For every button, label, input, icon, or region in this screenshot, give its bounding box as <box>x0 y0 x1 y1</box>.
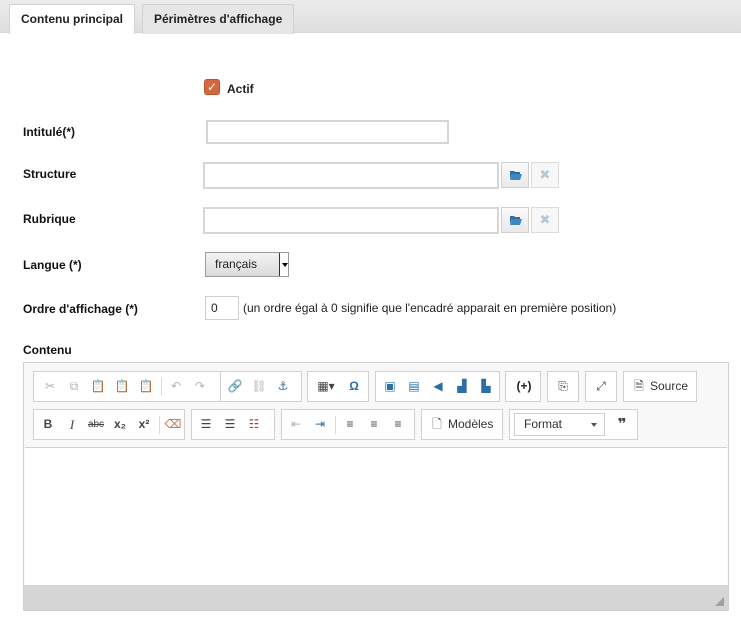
insert-table-group: ▦▾ Ω <box>307 371 369 402</box>
rubrique-input[interactable] <box>203 207 499 234</box>
langue-select[interactable]: français <box>205 252 289 277</box>
rubrique-label: Rubrique <box>23 212 76 226</box>
ordre-hint: (un ordre égal à 0 signifie que l'encadr… <box>243 301 617 315</box>
format-group: Format ❞ <box>509 409 638 440</box>
bulleted-list-icon[interactable]: ☰ <box>219 413 241 436</box>
undo-icon[interactable]: ↶ <box>165 375 187 398</box>
placeholder-group: (+) <box>505 371 541 402</box>
superscript-button[interactable]: x² <box>133 413 155 436</box>
source-icon: 🗎 <box>634 379 644 393</box>
rich-text-editor: ✂ ⧉ 📋 📋 📋 ↶ ↷ 🔗 ⛓ ⚓ ▦▾ Ω ▣ ▤ ◀ ▟ ▙ (+) ⎘… <box>23 362 729 611</box>
anchor-icon[interactable]: ⚓ <box>272 375 294 398</box>
source-group[interactable]: 🗎 Source <box>623 371 697 402</box>
templates-group[interactable]: 🗋 Modèles <box>421 409 503 440</box>
ordre-input[interactable]: 0 <box>205 296 239 320</box>
editor-status-bar <box>24 585 728 610</box>
audio-icon[interactable]: ◀ <box>427 375 449 398</box>
page-break-icon[interactable]: ⎘ <box>552 375 574 398</box>
subscript-button[interactable]: x₂ <box>109 413 131 436</box>
folder-open-icon <box>510 216 522 225</box>
structure-label: Structure <box>23 167 77 181</box>
ordre-label: Ordre d'affichage (*) <box>23 302 138 316</box>
bold-button[interactable]: B <box>37 413 59 436</box>
paste-text-icon[interactable]: 📋 <box>111 375 133 398</box>
media-group: ▣ ▤ ◀ ▟ ▙ <box>375 371 500 402</box>
langue-selected-value: français <box>215 257 258 271</box>
paste-icon[interactable]: 📋 <box>87 375 109 398</box>
strike-button[interactable]: abc <box>85 413 107 436</box>
list-group: ☰ ☰ ☷ <box>191 409 275 440</box>
maximize-group: ⤢ <box>585 371 617 402</box>
video-icon[interactable]: ▤ <box>403 375 425 398</box>
rubrique-clear-button[interactable]: ✖ <box>531 207 559 233</box>
align-right-icon[interactable]: ≡ <box>387 413 409 436</box>
tab-bar: Contenu principal Périmètres d'affichage <box>0 0 741 34</box>
cut-icon[interactable]: ✂ <box>39 375 61 398</box>
structure-input[interactable] <box>203 162 499 189</box>
clipboard-group: ✂ ⧉ 📋 📋 📋 ↶ ↷ <box>33 371 239 402</box>
link-group: 🔗 ⛓ ⚓ <box>220 371 302 402</box>
resize-handle-icon[interactable] <box>715 597 724 606</box>
document-alt-icon[interactable]: ▙ <box>475 375 497 398</box>
tab-perimetres-affichage[interactable]: Périmètres d'affichage <box>142 4 295 34</box>
copy-icon[interactable]: ⧉ <box>63 375 85 398</box>
image-icon[interactable]: ▣ <box>379 375 401 398</box>
page-break-group: ⎘ <box>547 371 579 402</box>
italic-button[interactable]: I <box>61 413 83 436</box>
outdent-icon[interactable]: ⇤ <box>285 413 307 436</box>
close-icon: ✖ <box>539 167 551 182</box>
redo-icon[interactable]: ↷ <box>189 375 211 398</box>
numbered-list-icon[interactable]: ☰ <box>195 413 217 436</box>
rubrique-browse-button[interactable] <box>501 207 529 233</box>
close-icon: ✖ <box>539 212 551 227</box>
align-center-icon[interactable]: ≡ <box>363 413 385 436</box>
document-icon[interactable]: ▟ <box>451 375 473 398</box>
list-style-icon[interactable]: ☷ <box>243 413 265 436</box>
tab-contenu-principal[interactable]: Contenu principal <box>9 4 135 34</box>
align-group: ⇤ ⇥ ≡ ≡ ≡ <box>281 409 415 440</box>
chevron-down-icon <box>279 253 288 276</box>
templates-button[interactable]: Modèles <box>448 410 493 439</box>
actif-label: Actif <box>227 82 254 96</box>
format-select[interactable]: Format <box>514 413 605 436</box>
unlink-icon[interactable]: ⛓ <box>248 375 270 398</box>
align-left-icon[interactable]: ≡ <box>339 413 361 436</box>
indent-icon[interactable]: ⇥ <box>309 413 331 436</box>
templates-icon: 🗋 <box>432 417 442 431</box>
format-select-value: Format <box>524 417 563 431</box>
editor-toolbar: ✂ ⧉ 📋 📋 📋 ↶ ↷ 🔗 ⛓ ⚓ ▦▾ Ω ▣ ▤ ◀ ▟ ▙ (+) ⎘… <box>24 363 728 447</box>
source-button[interactable]: Source <box>650 372 688 401</box>
langue-label: Langue (*) <box>23 258 82 272</box>
paste-word-icon[interactable]: 📋 <box>135 375 157 398</box>
chevron-down-icon <box>591 423 597 427</box>
contenu-label: Contenu <box>23 343 72 357</box>
link-icon[interactable]: 🔗 <box>224 375 246 398</box>
actif-checkbox[interactable]: ✓ <box>204 79 220 95</box>
basic-styles-group: B I abc x₂ x² ⌫ <box>33 409 185 440</box>
structure-browse-button[interactable] <box>501 162 529 188</box>
folder-open-icon <box>510 171 522 180</box>
structure-clear-button[interactable]: ✖ <box>531 162 559 188</box>
intitule-input[interactable] <box>206 120 449 144</box>
blockquote-button[interactable]: ❞ <box>611 413 633 436</box>
intitule-label: Intitulé(*) <box>23 125 75 139</box>
special-char-icon[interactable]: Ω <box>343 375 365 398</box>
placeholder-button[interactable]: (+) <box>511 375 537 398</box>
maximize-icon[interactable]: ⤢ <box>590 375 612 398</box>
remove-format-icon[interactable]: ⌫ <box>162 413 184 436</box>
table-icon[interactable]: ▦▾ <box>311 375 341 398</box>
editor-content-area[interactable] <box>25 447 727 585</box>
